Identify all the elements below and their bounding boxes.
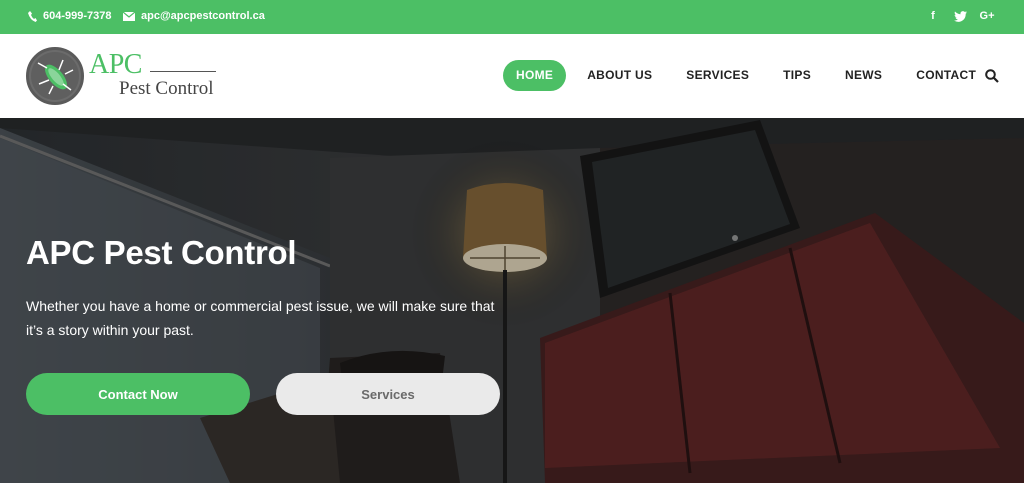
logo-subtitle: Pest Control — [119, 78, 214, 99]
site-logo[interactable]: APC Pest Control — [26, 47, 226, 107]
contact-now-button[interactable]: Contact Now — [26, 373, 250, 415]
phone-number[interactable]: 604-999-7378 — [43, 10, 112, 22]
nav-about-us[interactable]: ABOUT US — [574, 60, 665, 91]
hero-subtitle: Whether you have a home or commercial pe… — [26, 298, 495, 338]
cockroach-icon — [31, 52, 79, 100]
nav-home[interactable]: HOME — [503, 60, 567, 91]
search-icon[interactable] — [985, 69, 999, 83]
logo-title: APC — [89, 49, 142, 80]
hero-title: APC Pest Control — [26, 234, 297, 271]
phone-contact[interactable]: 604-999-7378 — [28, 10, 112, 22]
nav-contact[interactable]: CONTACT — [903, 60, 989, 91]
social-links: f G+ — [926, 9, 994, 23]
phone-icon — [28, 10, 37, 22]
services-button[interactable]: Services — [276, 373, 500, 415]
top-bar: 604-999-7378 apc@apcpestcontrol.ca f G+ — [0, 0, 1024, 34]
envelope-icon — [123, 11, 135, 21]
hero-banner: APC Pest Control Whether you have a home… — [0, 118, 1024, 483]
email-address[interactable]: apc@apcpestcontrol.ca — [141, 10, 265, 22]
nav-tips[interactable]: TIPS — [770, 60, 824, 91]
google-plus-icon[interactable]: G+ — [980, 9, 995, 23]
site-header: APC Pest Control HOME ABOUT US SERVICES … — [0, 34, 1024, 118]
twitter-icon[interactable] — [953, 9, 967, 23]
logo-divider — [150, 71, 216, 72]
facebook-icon[interactable]: f — [926, 9, 940, 23]
logo-badge — [26, 47, 84, 105]
main-nav: HOME ABOUT US SERVICES TIPS NEWS CONTACT — [503, 60, 997, 91]
nav-news[interactable]: NEWS — [832, 60, 895, 91]
email-contact[interactable]: apc@apcpestcontrol.ca — [123, 10, 265, 22]
nav-services[interactable]: SERVICES — [673, 60, 762, 91]
